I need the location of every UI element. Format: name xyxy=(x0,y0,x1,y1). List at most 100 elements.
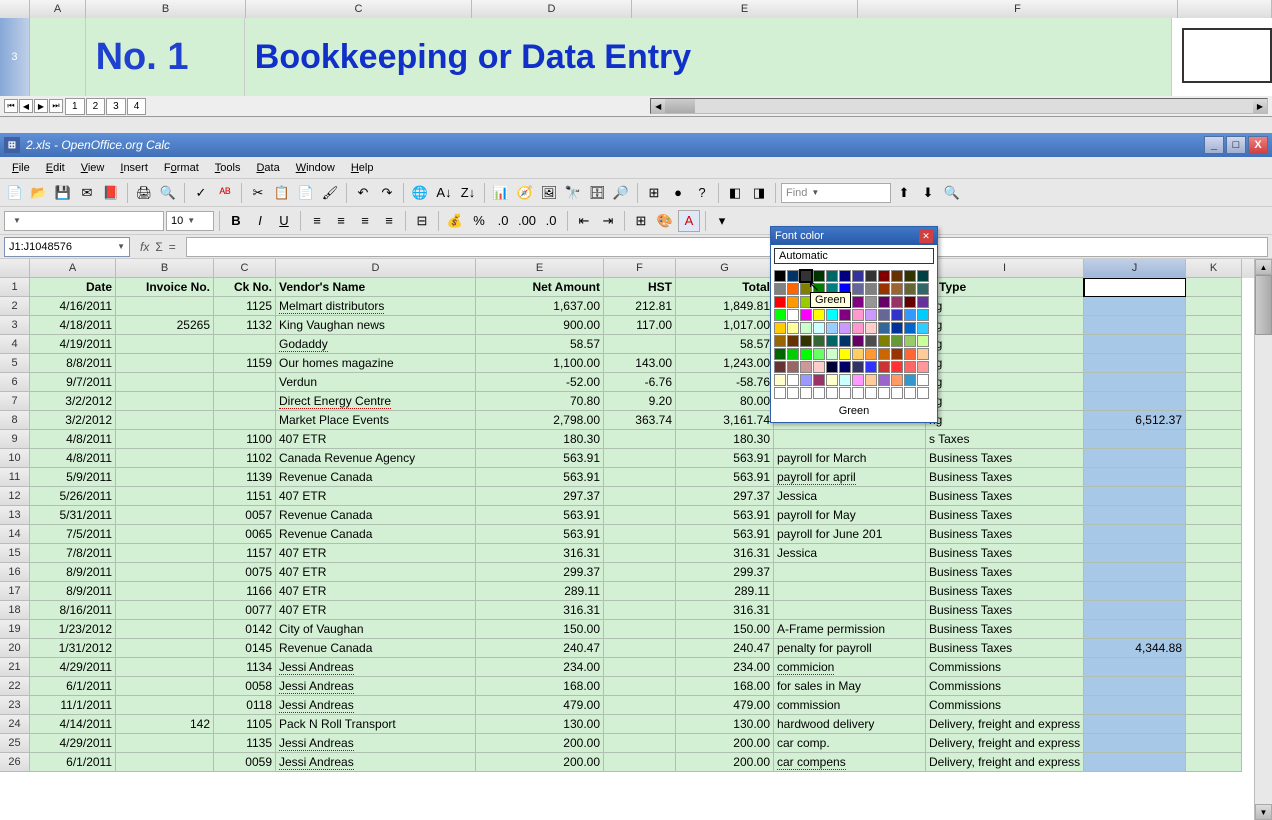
cell-D13[interactable]: Revenue Canada xyxy=(276,506,476,525)
cell-B23[interactable] xyxy=(116,696,214,715)
font-name-dropdown[interactable]: ▼ xyxy=(4,211,164,231)
row-header-7[interactable]: 7 xyxy=(0,392,30,411)
cell-A4[interactable]: 4/19/2011 xyxy=(30,335,116,354)
cell-J13[interactable] xyxy=(1084,506,1186,525)
cell-I13[interactable]: Business Taxes xyxy=(926,506,1084,525)
align-center-icon[interactable]: ≡ xyxy=(330,210,352,232)
color-swatch[interactable] xyxy=(839,374,851,386)
cell-A11[interactable]: 5/9/2011 xyxy=(30,468,116,487)
top-row-3[interactable]: 3 xyxy=(0,18,30,96)
cell-F5[interactable]: 143.00 xyxy=(604,354,676,373)
color-swatch[interactable] xyxy=(826,374,838,386)
number-icon[interactable]: .0 xyxy=(492,210,514,232)
cell-E13[interactable]: 563.91 xyxy=(476,506,604,525)
cell-G4[interactable]: 58.57 xyxy=(676,335,774,354)
datasource-icon[interactable]: 🗄 xyxy=(586,182,608,204)
row-header-3[interactable]: 3 xyxy=(0,316,30,335)
cell-B11[interactable] xyxy=(116,468,214,487)
cell-F3[interactable]: 117.00 xyxy=(604,316,676,335)
color-swatch[interactable] xyxy=(774,387,786,399)
color-swatch[interactable] xyxy=(826,322,838,334)
zoom-icon[interactable]: 🔎 xyxy=(610,182,632,204)
col-header-D[interactable]: D xyxy=(276,259,476,278)
color-swatch[interactable] xyxy=(787,270,799,282)
color-swatch[interactable] xyxy=(826,361,838,373)
menu-view[interactable]: View xyxy=(75,160,111,176)
fontcolor-icon[interactable]: A xyxy=(678,210,700,232)
cell-A2[interactable]: 4/16/2011 xyxy=(30,297,116,316)
cell-B16[interactable] xyxy=(116,563,214,582)
cell-B12[interactable] xyxy=(116,487,214,506)
cell-F20[interactable] xyxy=(604,639,676,658)
tab-next-icon[interactable]: ▶ xyxy=(34,99,48,113)
color-swatch[interactable] xyxy=(852,270,864,282)
color-swatch[interactable] xyxy=(878,296,890,308)
cell-C7[interactable] xyxy=(214,392,276,411)
row-header-13[interactable]: 13 xyxy=(0,506,30,525)
cell-F17[interactable] xyxy=(604,582,676,601)
cell-I10[interactable]: Business Taxes xyxy=(926,449,1084,468)
color-swatch[interactable] xyxy=(891,387,903,399)
sum-icon[interactable]: Σ xyxy=(155,240,162,254)
cell-K3[interactable] xyxy=(1186,316,1242,335)
color-swatch[interactable] xyxy=(839,322,851,334)
color-swatch[interactable] xyxy=(787,296,799,308)
row-header-19[interactable]: 19 xyxy=(0,620,30,639)
cell-D14[interactable]: Revenue Canada xyxy=(276,525,476,544)
menu-file[interactable]: File xyxy=(6,160,36,176)
cell-A8[interactable]: 3/2/2012 xyxy=(30,411,116,430)
borders-icon[interactable]: ⊞ xyxy=(630,210,652,232)
cell-A10[interactable]: 4/8/2011 xyxy=(30,449,116,468)
cell-I21[interactable]: Commissions xyxy=(926,658,1084,677)
sort-desc-icon[interactable]: Z↓ xyxy=(457,182,479,204)
find-all-icon[interactable]: 🔍 xyxy=(941,182,963,204)
row-header-21[interactable]: 21 xyxy=(0,658,30,677)
color-swatch[interactable] xyxy=(917,270,929,282)
cell-A15[interactable]: 7/8/2011 xyxy=(30,544,116,563)
color-swatch[interactable] xyxy=(904,322,916,334)
color-swatch[interactable] xyxy=(813,387,825,399)
more-icon[interactable]: ▾ xyxy=(711,210,733,232)
cell-H11[interactable]: payroll for april xyxy=(774,468,926,487)
equals-icon[interactable]: = xyxy=(169,240,176,254)
cell-K16[interactable] xyxy=(1186,563,1242,582)
cell-C20[interactable]: 0145 xyxy=(214,639,276,658)
cell-J21[interactable] xyxy=(1084,658,1186,677)
header-cell-I[interactable]: e Type xyxy=(926,278,1084,297)
cell-E21[interactable]: 234.00 xyxy=(476,658,604,677)
color-swatch[interactable] xyxy=(865,309,877,321)
cell-F10[interactable] xyxy=(604,449,676,468)
cell-A12[interactable]: 5/26/2011 xyxy=(30,487,116,506)
cell-K20[interactable] xyxy=(1186,639,1242,658)
cell-F22[interactable] xyxy=(604,677,676,696)
cell-F26[interactable] xyxy=(604,753,676,772)
cell-B10[interactable] xyxy=(116,449,214,468)
cell-E14[interactable]: 563.91 xyxy=(476,525,604,544)
cell-E9[interactable]: 180.30 xyxy=(476,430,604,449)
color-swatch[interactable] xyxy=(839,335,851,347)
cell-I24[interactable]: Delivery, freight and express xyxy=(926,715,1084,734)
menu-help[interactable]: Help xyxy=(345,160,380,176)
cell-E2[interactable]: 1,637.00 xyxy=(476,297,604,316)
header-cell-E[interactable]: Net Amount xyxy=(476,278,604,297)
color-swatch[interactable] xyxy=(800,335,812,347)
maximize-button[interactable]: □ xyxy=(1226,136,1246,154)
cell-J16[interactable] xyxy=(1084,563,1186,582)
color-swatch[interactable] xyxy=(787,322,799,334)
col-header-B[interactable]: B xyxy=(116,259,214,278)
cell-A25[interactable]: 4/29/2011 xyxy=(30,734,116,753)
sheet-tab-2[interactable]: 2 xyxy=(86,98,106,115)
cell-D22[interactable]: Jessi Andreas xyxy=(276,677,476,696)
color-swatch[interactable] xyxy=(878,322,890,334)
color-swatch[interactable] xyxy=(891,283,903,295)
color-swatch[interactable] xyxy=(774,283,786,295)
cell-K14[interactable] xyxy=(1186,525,1242,544)
cell-F8[interactable]: 363.74 xyxy=(604,411,676,430)
row-header-12[interactable]: 12 xyxy=(0,487,30,506)
cell-J5[interactable] xyxy=(1084,354,1186,373)
cell-H25[interactable]: car comp. xyxy=(774,734,926,753)
color-swatch[interactable] xyxy=(891,296,903,308)
cell-E22[interactable]: 168.00 xyxy=(476,677,604,696)
close-button[interactable]: X xyxy=(1248,136,1268,154)
cell-I26[interactable]: Delivery, freight and express xyxy=(926,753,1084,772)
